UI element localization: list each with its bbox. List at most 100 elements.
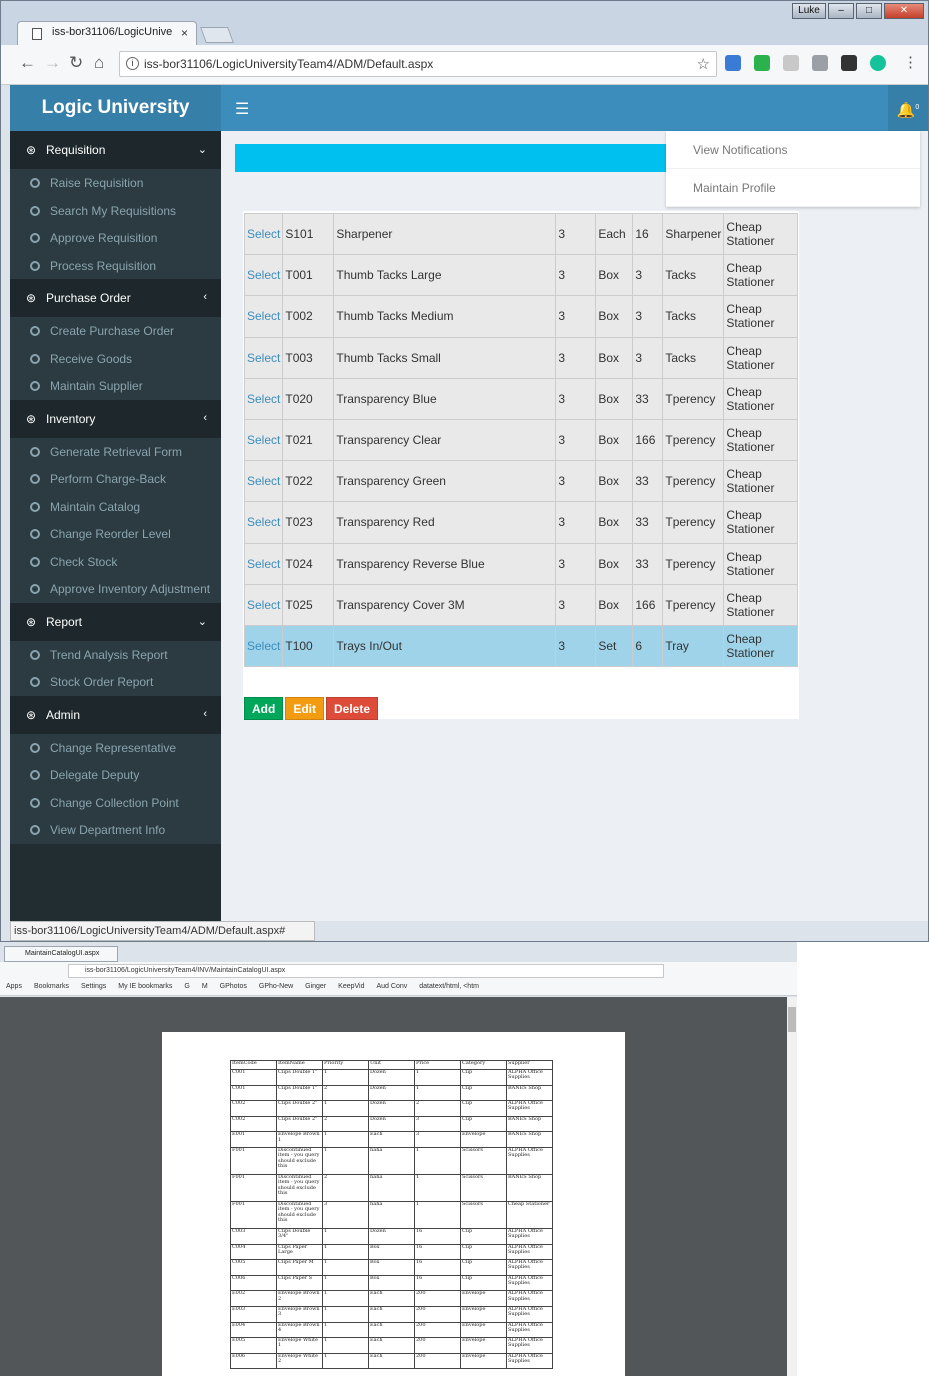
select-link[interactable]: Select — [243, 624, 284, 668]
print-row: F001 Discontinued item - you query should… — [230, 1146, 553, 1175]
sidebar-item[interactable]: Trend Analysis Report — [10, 641, 221, 669]
print-header-cell: Price — [414, 1060, 461, 1070]
select-link[interactable]: Select — [243, 583, 284, 626]
select-link[interactable]: Select — [243, 460, 284, 503]
user-badge[interactable]: Luke — [792, 3, 826, 19]
sidebar-submenu: Raise Requisition Search My Requisitions A… — [10, 169, 221, 279]
select-link[interactable]: Select — [243, 254, 284, 297]
bookmark-item[interactable]: datatext/html, <htm — [419, 983, 479, 990]
sidebar-item[interactable]: Change Reorder Level — [10, 520, 221, 548]
info-icon[interactable]: i — [126, 57, 139, 70]
table-row[interactable]: Select T002 Thumb Tacks Medium 3 Box 3 Tacks Ch… — [243, 295, 799, 338]
extension-icon[interactable] — [754, 55, 770, 71]
sidebar-section[interactable]: ⊛ Report ⌄ — [10, 602, 221, 641]
print-cell: C003 — [230, 1227, 277, 1245]
print-cell: BANES Shop — [506, 1084, 553, 1102]
print-cell: 200 — [414, 1352, 461, 1370]
sidebar-item[interactable]: View Department Info — [10, 816, 221, 844]
table-row[interactable]: Select T100 Trays In/Out 3 Set 6 Tray Cheap Sta… — [243, 624, 799, 668]
table-row[interactable]: Select T021 Transparency Clear 3 Box 166 Tpere… — [243, 418, 799, 462]
sidebar-item[interactable]: Process Requisition — [10, 252, 221, 280]
sidebar-item[interactable]: Change Representative — [10, 734, 221, 762]
bookmark-item[interactable]: Settings — [81, 983, 106, 990]
sidebar-item[interactable]: Maintain Catalog — [10, 493, 221, 521]
reload-icon[interactable]: ↻ — [69, 53, 83, 73]
back-arrow-icon[interactable]: ← — [19, 53, 36, 73]
more-menu-icon[interactable]: ⋮ — [903, 53, 918, 71]
select-link[interactable]: Select — [243, 542, 284, 585]
bell-icon[interactable]: 🔔0 — [888, 85, 928, 131]
select-link[interactable]: Select — [243, 377, 284, 420]
view-notifications-item[interactable]: View Notifications — [666, 131, 920, 169]
add-button[interactable]: Add — [244, 697, 284, 720]
browser-tab-2-title: MaintainCatalogUI.aspx — [25, 950, 100, 957]
scrollbar[interactable] — [787, 997, 797, 1376]
sidebar-item[interactable]: Receive Goods — [10, 345, 221, 373]
edit-button[interactable]: Edit — [285, 697, 324, 720]
delete-button[interactable]: Delete — [326, 697, 379, 720]
brand-logo[interactable]: Logic University — [10, 85, 221, 131]
sidebar-item[interactable]: Check Stock — [10, 548, 221, 576]
maintain-profile-item[interactable]: Maintain Profile — [666, 169, 920, 207]
address-bar[interactable]: i iss-bor31106/LogicUniversityTeam4/ADM/… — [119, 51, 717, 77]
home-icon[interactable]: ⌂ — [94, 53, 104, 73]
sidebar-item[interactable]: Maintain Supplier — [10, 372, 221, 400]
bookmark-item[interactable]: Apps — [6, 983, 22, 990]
table-row[interactable]: Select T025 Transparency Cover 3M 3 Box 166 Tp… — [243, 583, 799, 626]
sidebar-item[interactable]: Create Purchase Order — [10, 317, 221, 345]
bookmark-item[interactable]: GPho-New — [259, 983, 293, 990]
minimize-icon[interactable]: – — [828, 3, 854, 19]
select-link[interactable]: Select — [243, 295, 284, 338]
star-icon[interactable]: ☆ — [697, 55, 710, 73]
extension-icon[interactable] — [725, 55, 741, 71]
extension-icon[interactable] — [812, 55, 828, 71]
bookmark-item[interactable]: Aud Conv — [377, 983, 408, 990]
table-row[interactable]: Select T024 Transparency Reverse Blue 3 Box 3… — [243, 542, 799, 585]
sidebar-section[interactable]: ⊛ Purchase Order ‹ — [10, 279, 221, 317]
sidebar-item[interactable]: Generate Retrieval Form — [10, 438, 221, 466]
table-row[interactable]: Select T020 Transparency Blue 3 Box 33 Tperenc… — [243, 377, 799, 420]
sidebar-item[interactable]: Search My Requisitions — [10, 197, 221, 225]
sidebar-section[interactable]: ⊛ Admin ‹ — [10, 695, 221, 734]
bookmark-item[interactable]: M — [202, 983, 208, 990]
table-cell: 33 — [632, 542, 664, 585]
select-link[interactable]: Select — [243, 212, 284, 256]
browser-tab[interactable]: iss-bor31106/LogicUnive × — [17, 21, 197, 45]
table-row[interactable]: Select S101 Sharpener 3 Each 16 Sharpener Cheap… — [243, 212, 799, 256]
extension-icon[interactable] — [783, 55, 799, 71]
browser-tab-2[interactable]: MaintainCatalogUI.aspx — [4, 946, 118, 962]
bookmark-item[interactable]: Ginger — [305, 983, 326, 990]
menu-icon[interactable]: ☰ — [235, 99, 249, 119]
forward-arrow-icon[interactable]: → — [44, 53, 61, 73]
scrollbar-thumb[interactable] — [788, 1007, 796, 1032]
sidebar-item[interactable]: Perform Charge-Back — [10, 465, 221, 493]
sidebar-section[interactable]: ⊛ Inventory ‹ — [10, 399, 221, 438]
maximize-icon[interactable]: □ — [856, 3, 882, 19]
sidebar-section[interactable]: ⊛ Requisition ⌄ — [10, 131, 221, 169]
sidebar-item[interactable]: Delegate Deputy — [10, 761, 221, 789]
catalog-panel: Select S101 Sharpener 3 Each 16 Sharpener Cheap… — [243, 211, 799, 720]
select-link[interactable]: Select — [243, 501, 284, 544]
close-window-icon[interactable]: ✕ — [884, 3, 924, 19]
bookmark-item[interactable]: My IE bookmarks — [118, 983, 172, 990]
table-row[interactable]: Select T001 Thumb Tacks Large 3 Box 3 Tacks Che… — [243, 254, 799, 297]
table-row[interactable]: Select T003 Thumb Tacks Small 3 Box 3 Tacks Che… — [243, 336, 799, 379]
table-row[interactable]: Select T023 Transparency Red 3 Box 33 Tperency… — [243, 501, 799, 544]
sidebar-item[interactable]: Raise Requisition — [10, 169, 221, 197]
table-row[interactable]: Select T022 Transparency Green 3 Box 33 Tperen… — [243, 460, 799, 503]
bookmark-item[interactable]: GPhotos — [220, 983, 247, 990]
sidebar-item[interactable]: Approve Requisition — [10, 224, 221, 252]
sidebar-item[interactable]: Stock Order Report — [10, 668, 221, 696]
select-link[interactable]: Select — [243, 336, 284, 379]
new-tab-button[interactable] — [200, 27, 234, 43]
bookmark-item[interactable]: Bookmarks — [34, 983, 69, 990]
sidebar-item[interactable]: Change Collection Point — [10, 789, 221, 817]
address-bar-2[interactable]: iss-bor31106/LogicUniversityTeam4/INV/Ma… — [68, 964, 664, 978]
extension-icon[interactable] — [841, 55, 857, 71]
bookmark-item[interactable]: G — [184, 983, 189, 990]
select-link[interactable]: Select — [243, 418, 284, 462]
close-tab-icon[interactable]: × — [181, 26, 188, 40]
bookmark-item[interactable]: KeepVid — [338, 983, 364, 990]
extension-icon[interactable] — [870, 55, 886, 71]
sidebar-item[interactable]: Approve Inventory Adjustment — [10, 575, 221, 603]
